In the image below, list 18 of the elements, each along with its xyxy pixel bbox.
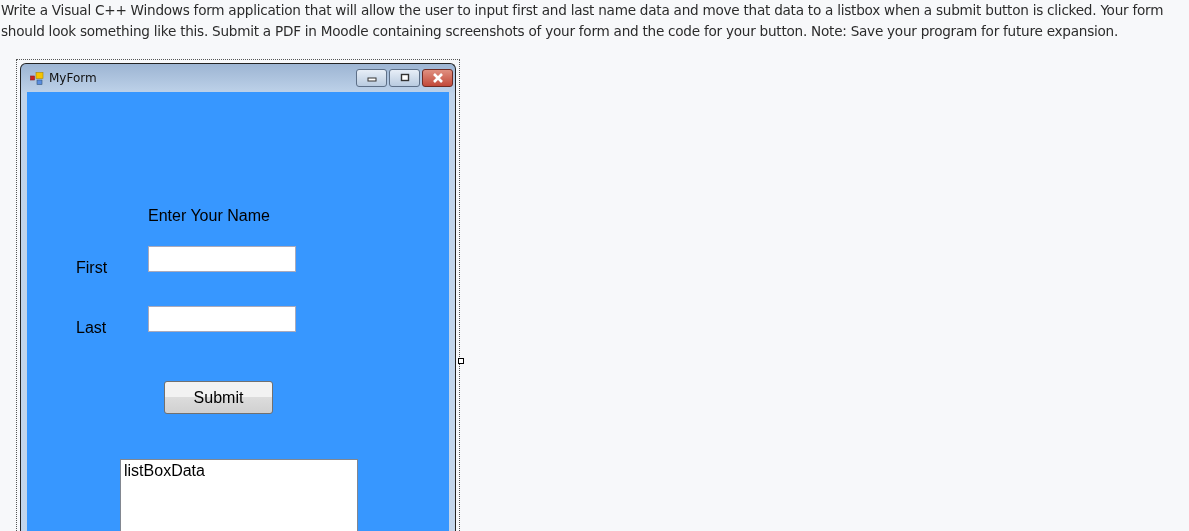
resize-handle[interactable] [458, 358, 464, 364]
form-icon [30, 71, 44, 85]
field-label: First [76, 259, 108, 277]
list-item[interactable]: listBoxData [124, 461, 354, 481]
field-label: Last [76, 319, 107, 337]
form-heading: Enter Your Name [148, 207, 270, 225]
list-box[interactable]: listBoxData [120, 459, 358, 531]
name-input-field[interactable] [148, 306, 296, 332]
minimize-button[interactable] [356, 69, 387, 87]
instructions-text: Write a Visual C++ Windows form application that will allow the user to input first and last name data and move that data to a listbox when a submit button is clicked. Your form should look something like this. Submit a PDF in Moodle containing screenshots of your form and the code for your button. Note: Save your program for future expansion. [0, 1, 1165, 41]
minimize-icon [365, 74, 378, 82]
name-input-field[interactable] [148, 246, 296, 272]
close-button[interactable] [422, 69, 453, 87]
submit-button[interactable]: Submit [164, 381, 273, 414]
close-icon [430, 73, 445, 83]
maximize-button[interactable] [389, 69, 420, 87]
maximize-icon [398, 73, 411, 83]
window-title: MyForm [49, 71, 97, 85]
